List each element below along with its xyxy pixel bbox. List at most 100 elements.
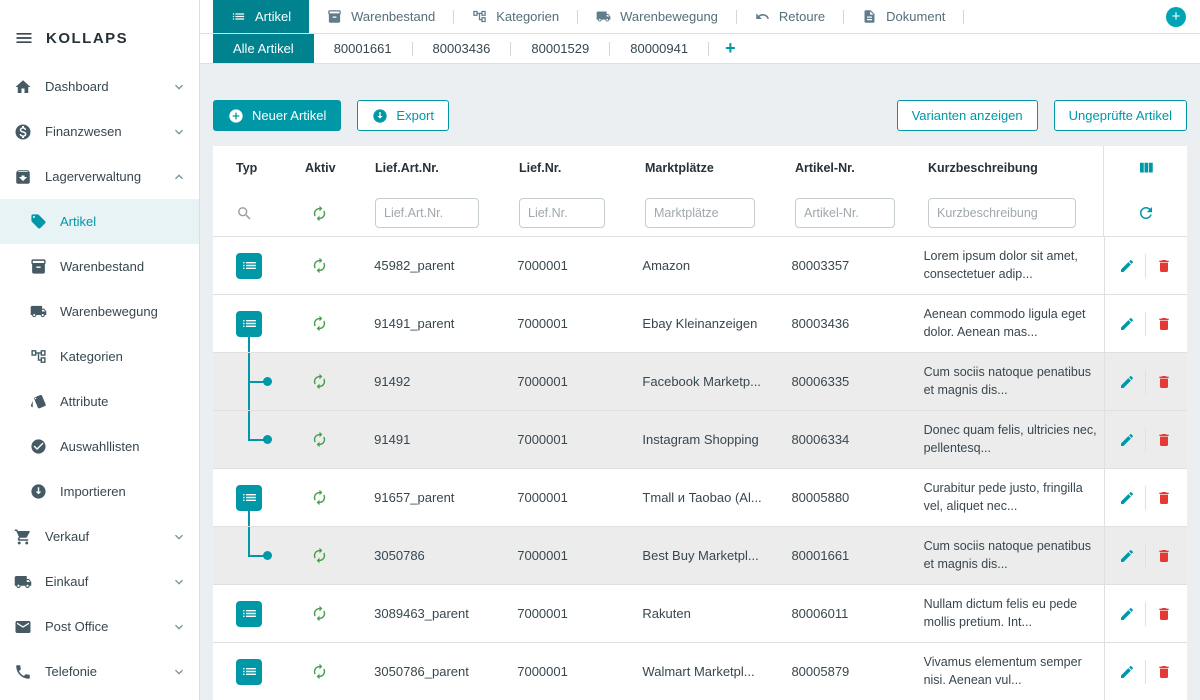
kurzbeschreibung-value: Cum sociis natoque penatibus et magnis d… xyxy=(924,364,1098,399)
article-type-icon[interactable] xyxy=(236,485,262,511)
search-icon[interactable] xyxy=(236,205,253,222)
mail-icon xyxy=(14,618,32,636)
article-tab-bar: Alle Artikel 80001661 80003436 80001529 … xyxy=(200,34,1200,64)
active-status-icon[interactable] xyxy=(311,489,328,506)
attributes-icon xyxy=(30,393,47,410)
lief-art-nr-value: 91492 xyxy=(374,374,517,389)
sidebar-item-telefonie[interactable]: Telefonie xyxy=(0,649,199,694)
tab-kategorien[interactable]: Kategorien xyxy=(454,0,577,33)
lief-art-nr-value: 45982_parent xyxy=(374,258,517,273)
tree-node-dot xyxy=(263,377,272,386)
edit-icon[interactable] xyxy=(1119,432,1135,448)
delete-icon[interactable] xyxy=(1156,316,1172,332)
sidebar-item-dashboard[interactable]: Dashboard xyxy=(0,64,199,109)
add-article-tab-button[interactable]: + xyxy=(709,34,752,63)
varianten-anzeigen-button[interactable]: Varianten anzeigen xyxy=(897,100,1038,131)
article-type-icon[interactable] xyxy=(236,311,262,337)
delete-icon[interactable] xyxy=(1156,664,1172,680)
subtab-article[interactable]: 80001661 xyxy=(314,34,412,63)
sidebar-item-verkauf[interactable]: Verkauf xyxy=(0,514,199,559)
active-status-icon[interactable] xyxy=(311,431,328,448)
edit-icon[interactable] xyxy=(1119,490,1135,506)
edit-icon[interactable] xyxy=(1119,374,1135,390)
sidebar-item-lagerverwaltung[interactable]: Lagerverwaltung xyxy=(0,154,199,199)
sidebar-item-warenbewegung[interactable]: Warenbewegung xyxy=(0,289,199,334)
table-row[interactable]: 91491_parent 7000001 Ebay Kleinanzeigen … xyxy=(213,294,1187,352)
filter-lief-art-nr-input[interactable] xyxy=(375,198,479,228)
marktplatz-value: Tmall и Taobao (Al... xyxy=(642,490,791,505)
sidebar-item-kategorien[interactable]: Kategorien xyxy=(0,334,199,379)
table-row-variant[interactable]: 3050786 7000001 Best Buy Marketpl... 800… xyxy=(213,526,1187,584)
table-row[interactable]: 91657_parent 7000001 Tmall и Taobao (Al.… xyxy=(213,468,1187,526)
button-label: Export xyxy=(396,108,434,123)
edit-icon[interactable] xyxy=(1119,548,1135,564)
delete-icon[interactable] xyxy=(1156,490,1172,506)
sidebar-item-attribute[interactable]: Attribute xyxy=(0,379,199,424)
sidebar-item-auswahllisten[interactable]: Auswahllisten xyxy=(0,424,199,469)
export-button[interactable]: Export xyxy=(357,100,449,131)
subtab-article[interactable]: 80001529 xyxy=(511,34,609,63)
subtab-alle-artikel[interactable]: Alle Artikel xyxy=(213,34,314,63)
marktplatz-value: Best Buy Marketpl... xyxy=(642,548,791,563)
tab-dokument[interactable]: Dokument xyxy=(844,0,963,33)
kurzbeschreibung-value: Donec quam felis, ultricies nec, pellent… xyxy=(924,422,1098,457)
tab-warenbestand[interactable]: Warenbestand xyxy=(309,0,453,33)
edit-icon[interactable] xyxy=(1119,316,1135,332)
tab-label: Retoure xyxy=(779,9,825,24)
active-status-icon[interactable] xyxy=(311,257,328,274)
warehouse-icon xyxy=(14,168,32,186)
lief-nr-value: 7000001 xyxy=(517,606,642,621)
sidebar-item-importieren[interactable]: Importieren xyxy=(0,469,199,514)
edit-icon[interactable] xyxy=(1119,258,1135,274)
sidebar-item-warenbestand[interactable]: Warenbestand xyxy=(0,244,199,289)
lief-nr-value: 7000001 xyxy=(517,374,642,389)
active-status-icon[interactable] xyxy=(311,663,328,680)
kurzbeschreibung-value: Vivamus elementum semper nisi. Aenean vu… xyxy=(924,654,1098,689)
article-type-icon[interactable] xyxy=(236,659,262,685)
tab-warenbewegung[interactable]: Warenbewegung xyxy=(578,0,736,33)
subtab-article[interactable]: 80000941 xyxy=(610,34,708,63)
filter-artikel-nr-input[interactable] xyxy=(795,198,895,228)
sidebar-item-label: Post Office xyxy=(45,619,108,634)
active-filter-icon[interactable] xyxy=(311,205,328,222)
active-status-icon[interactable] xyxy=(311,547,328,564)
delete-icon[interactable] xyxy=(1156,548,1172,564)
tab-artikel[interactable]: Artikel xyxy=(213,0,309,33)
add-tab-button[interactable]: + xyxy=(1166,7,1186,27)
sidebar-item-artikel[interactable]: Artikel xyxy=(0,199,199,244)
sidebar-item-einkauf[interactable]: Einkauf xyxy=(0,559,199,604)
edit-icon[interactable] xyxy=(1119,664,1135,680)
active-status-icon[interactable] xyxy=(311,605,328,622)
article-type-icon[interactable] xyxy=(236,253,262,279)
neuer-artikel-button[interactable]: Neuer Artikel xyxy=(213,100,341,131)
kurzbeschreibung-value: Lorem ipsum dolor sit amet, consectetuer… xyxy=(924,248,1098,283)
sidebar-item-post-office[interactable]: Post Office xyxy=(0,604,199,649)
refresh-icon[interactable] xyxy=(1137,204,1155,222)
table-row-variant[interactable]: 91491 7000001 Instagram Shopping 8000633… xyxy=(213,410,1187,468)
table-row[interactable]: 45982_parent 7000001 Amazon 80003357 Lor… xyxy=(213,236,1187,294)
table-row[interactable]: 3089463_parent 7000001 Rakuten 80006011 … xyxy=(213,584,1187,642)
edit-icon[interactable] xyxy=(1119,606,1135,622)
sidebar-item-finanzwesen[interactable]: Finanzwesen xyxy=(0,109,199,154)
tab-retoure[interactable]: Retoure xyxy=(737,0,843,33)
filter-lief-nr-input[interactable] xyxy=(519,198,605,228)
active-status-icon[interactable] xyxy=(311,373,328,390)
truck-icon xyxy=(14,573,32,591)
delete-icon[interactable] xyxy=(1156,606,1172,622)
subtab-article[interactable]: 80003436 xyxy=(413,34,511,63)
columns-icon[interactable] xyxy=(1137,159,1155,177)
table-row[interactable]: 3050786_parent 7000001 Walmart Marketpl.… xyxy=(213,642,1187,700)
delete-icon[interactable] xyxy=(1156,374,1172,390)
delete-icon[interactable] xyxy=(1156,258,1172,274)
active-status-icon[interactable] xyxy=(311,315,328,332)
tree-node-dot xyxy=(263,435,272,444)
filter-marktplaetze-input[interactable] xyxy=(645,198,755,228)
delete-icon[interactable] xyxy=(1156,432,1172,448)
table-row-variant[interactable]: 91492 7000001 Facebook Marketp... 800063… xyxy=(213,352,1187,410)
filter-kurzbeschreibung-input[interactable] xyxy=(928,198,1076,228)
article-type-icon[interactable] xyxy=(236,601,262,627)
ungepruefte-artikel-button[interactable]: Ungeprüfte Artikel xyxy=(1054,100,1187,131)
menu-icon[interactable] xyxy=(14,28,34,48)
tree-node-dot xyxy=(263,551,272,560)
add-circle-icon xyxy=(228,108,244,124)
